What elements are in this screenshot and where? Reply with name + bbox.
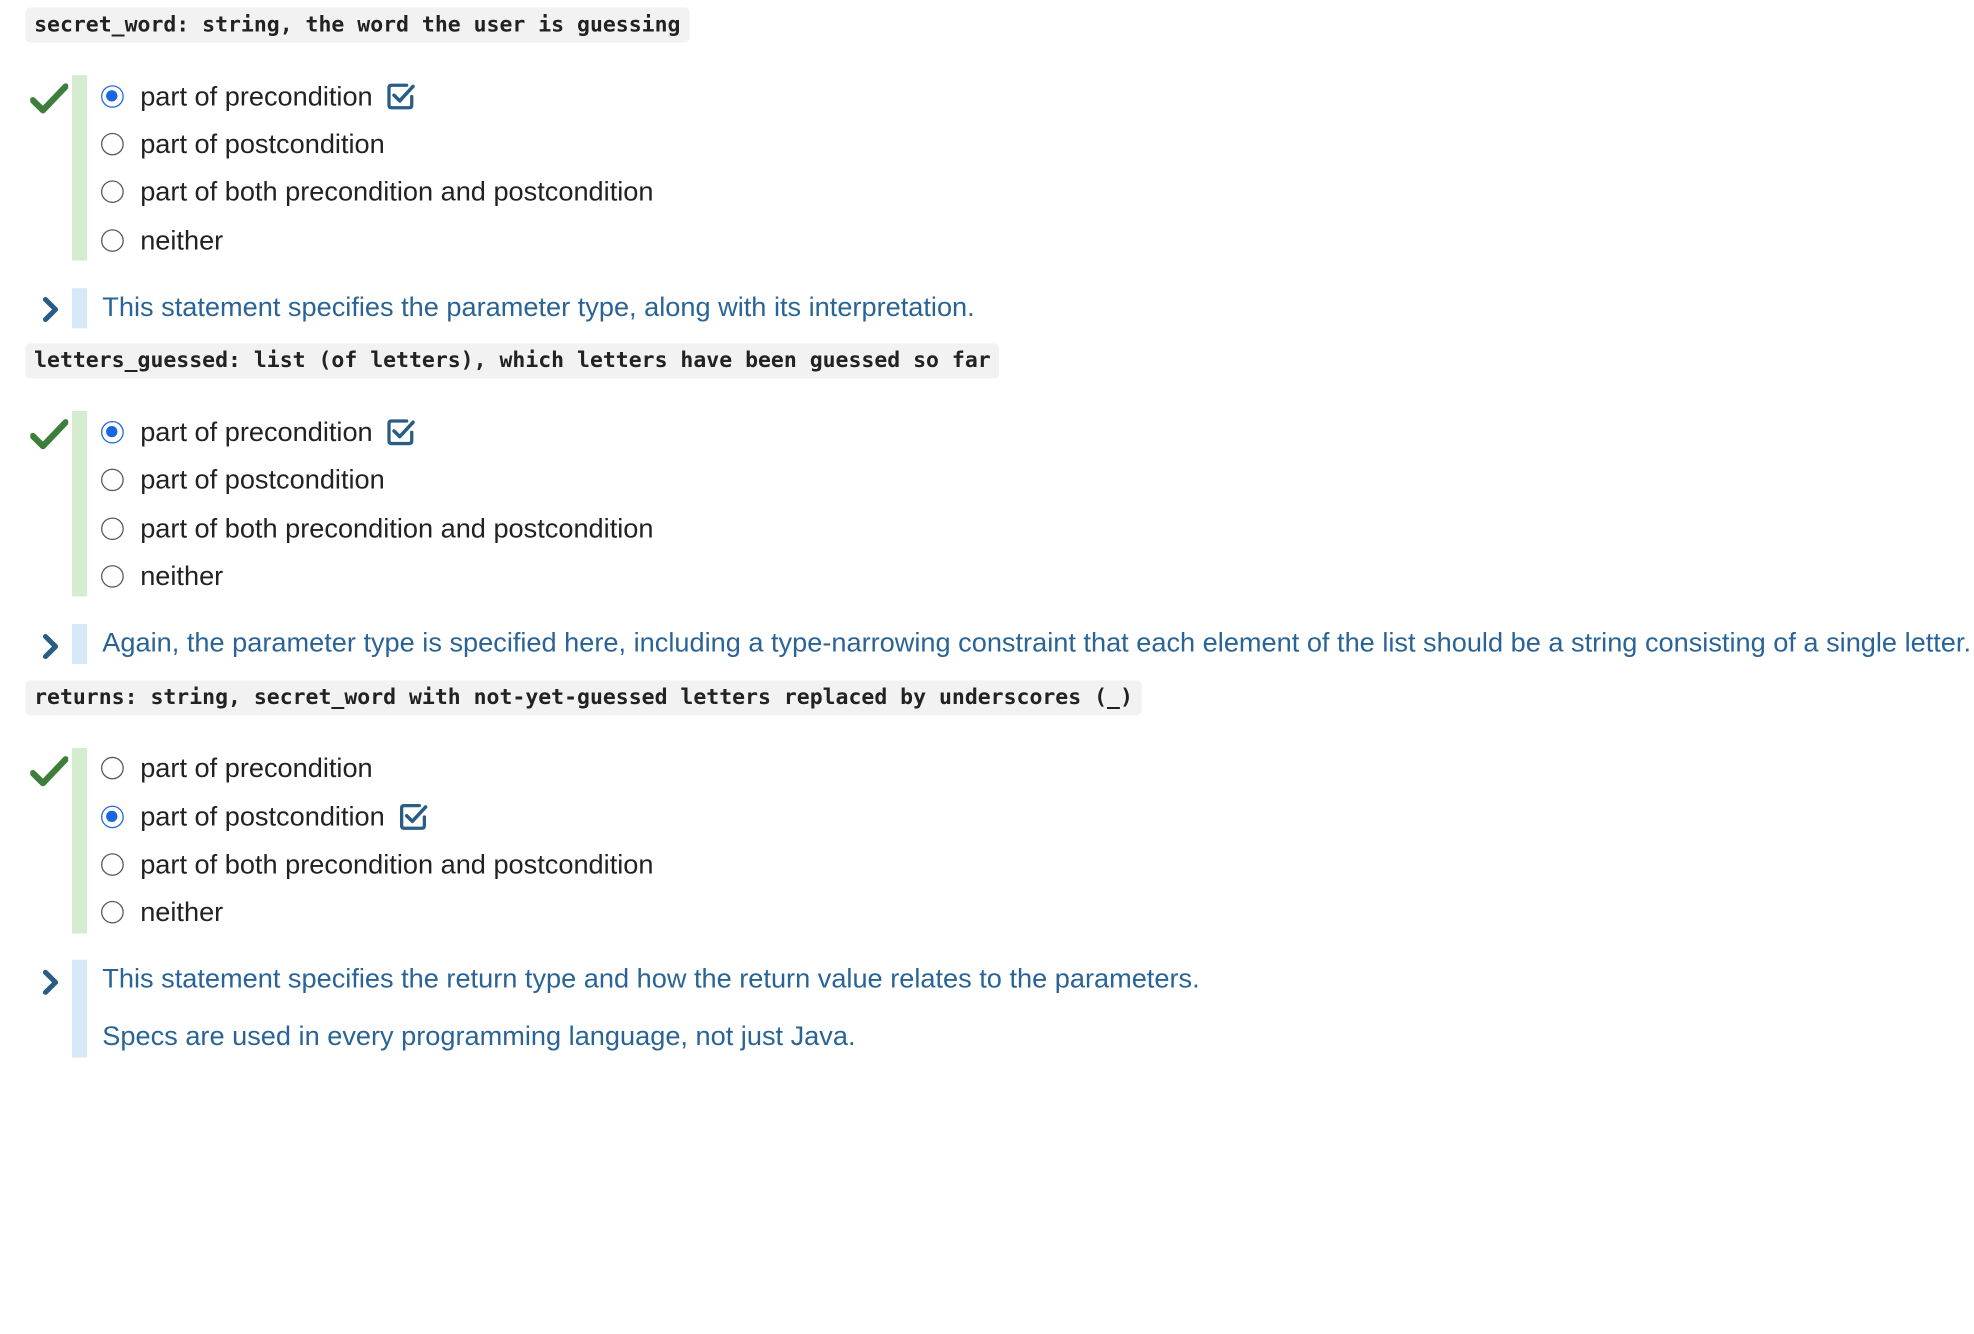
option-label: part of both precondition and postcondit…: [140, 176, 654, 207]
radio-button-selected[interactable]: [101, 805, 124, 829]
radio-button[interactable]: [101, 468, 124, 492]
option-label: neither: [140, 896, 224, 927]
feedback-bar: [71, 959, 88, 1058]
radio-button[interactable]: [101, 229, 124, 252]
question-3-code: returns: string, secret_word with not-ye…: [25, 680, 1142, 716]
q2-option-both[interactable]: part of both precondition and postcondit…: [101, 510, 653, 548]
option-label: neither: [140, 560, 224, 591]
q3-option-both[interactable]: part of both precondition and postcondit…: [101, 846, 653, 884]
option-label: part of precondition: [140, 416, 373, 447]
q3-option-postcondition[interactable]: part of postcondition: [101, 798, 428, 836]
radio-button[interactable]: [101, 132, 124, 156]
option-label: part of postcondition: [140, 801, 385, 832]
q3-feedback-note: Specs are used in every programming lang…: [102, 1021, 856, 1052]
question-1-code: secret_word: string, the word the user i…: [25, 7, 690, 43]
q1-option-postcondition[interactable]: part of postcondition: [101, 125, 385, 163]
quiz-page: secret_word: string, the word the user i…: [0, 0, 1974, 1334]
q2-feedback: Again, the parameter type is specified h…: [102, 627, 1972, 658]
checked-box-icon: [399, 804, 427, 830]
chevron-right-icon[interactable]: [40, 296, 60, 324]
q2-option-postcondition[interactable]: part of postcondition: [101, 461, 385, 499]
radio-button[interactable]: [101, 900, 124, 924]
radio-button-selected[interactable]: [101, 421, 124, 444]
feedback-bar: [71, 623, 88, 665]
feedback-bar: [71, 288, 88, 329]
checkmark-icon: [30, 756, 69, 787]
q2-option-precondition[interactable]: part of precondition: [101, 413, 416, 451]
correct-answer-bar: [71, 410, 88, 597]
option-label: part of both precondition and postcondit…: [140, 513, 654, 544]
radio-button-selected[interactable]: [101, 85, 124, 108]
chevron-right-icon[interactable]: [40, 633, 60, 661]
option-label: part of postcondition: [140, 464, 385, 495]
option-label: part of both precondition and postcondit…: [140, 848, 654, 879]
checkmark-icon: [30, 83, 69, 114]
q2-option-neither[interactable]: neither: [101, 558, 223, 596]
option-label: part of precondition: [140, 752, 373, 783]
correct-answer-bar: [71, 75, 88, 261]
option-label: part of precondition: [140, 80, 373, 111]
option-label: part of postcondition: [140, 128, 385, 159]
q3-option-precondition[interactable]: part of precondition: [101, 749, 373, 787]
q1-option-neither[interactable]: neither: [101, 222, 223, 260]
option-label: neither: [140, 224, 224, 255]
radio-button[interactable]: [101, 756, 124, 780]
q1-option-precondition[interactable]: part of precondition: [101, 78, 416, 116]
q1-option-both[interactable]: part of both precondition and postcondit…: [101, 173, 653, 211]
checked-box-icon: [387, 83, 415, 110]
checkmark-icon: [30, 419, 69, 450]
q3-feedback: This statement specifies the return type…: [102, 963, 1200, 994]
radio-button[interactable]: [101, 853, 124, 876]
q1-feedback: This statement specifies the parameter t…: [102, 291, 975, 323]
checked-box-icon: [387, 419, 415, 446]
correct-answer-bar: [71, 748, 88, 934]
q3-option-neither[interactable]: neither: [101, 893, 223, 931]
radio-button[interactable]: [101, 180, 124, 203]
question-2-code: letters_guessed: list (of letters), whic…: [25, 343, 1000, 379]
radio-button[interactable]: [101, 565, 124, 588]
chevron-right-icon[interactable]: [40, 969, 60, 997]
radio-button[interactable]: [101, 517, 124, 541]
